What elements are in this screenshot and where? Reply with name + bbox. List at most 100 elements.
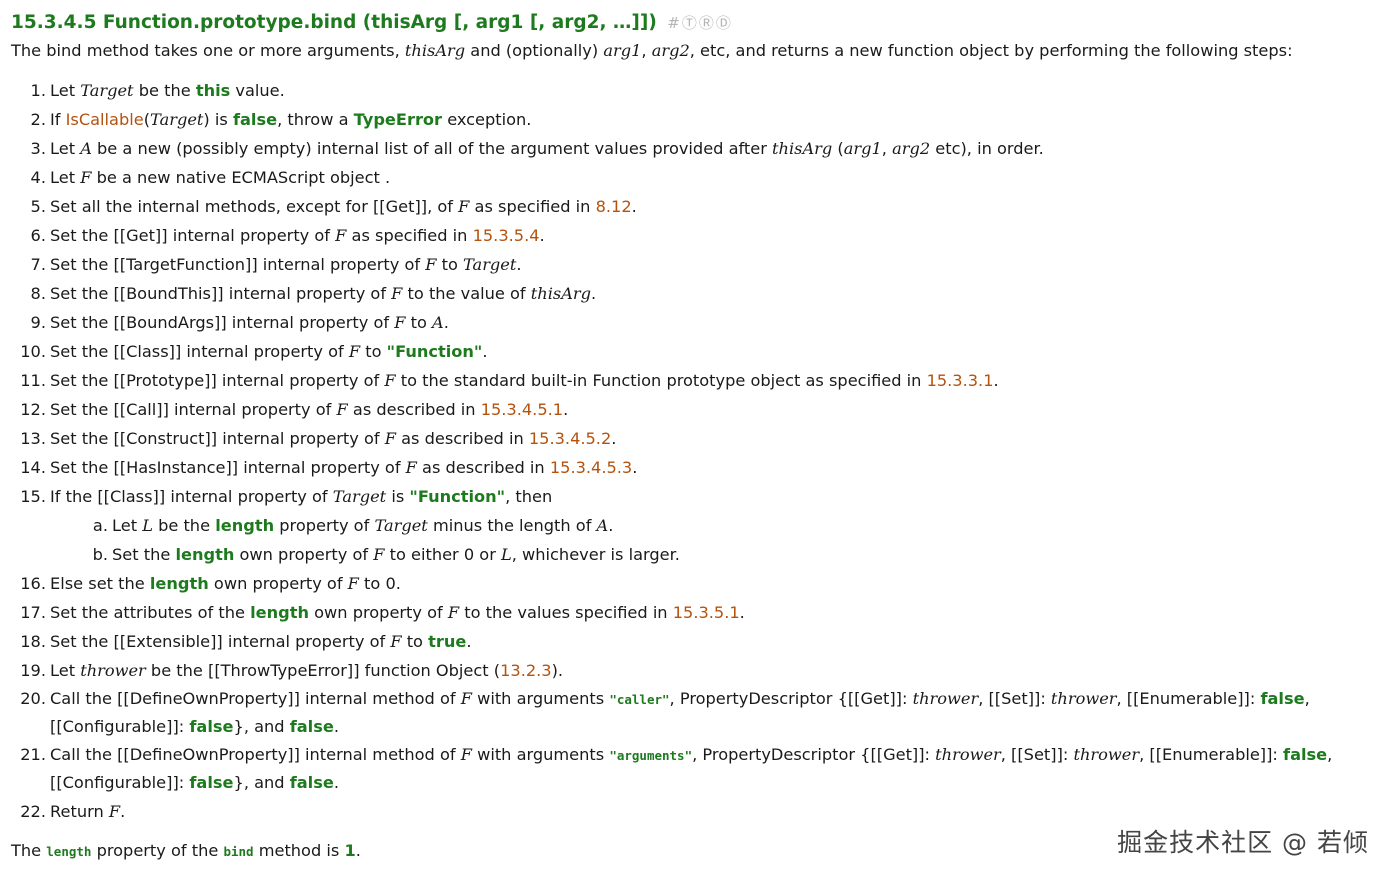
step-text: Set the [[Class]] internal property of F… xyxy=(50,342,488,361)
step-text: Call the [[DefineOwnProperty]] internal … xyxy=(50,689,1310,736)
section-link[interactable]: 8.12 xyxy=(596,197,632,216)
sub-step-text: Set the length own property of F to eith… xyxy=(112,545,680,564)
algorithm-step: 16. Else set the length own property of F… xyxy=(11,569,1381,598)
step-text: Let F be a new native ECMAScript object … xyxy=(50,168,391,187)
spec-mark-icon[interactable]: Ⓡ xyxy=(699,14,714,32)
variable: Target xyxy=(332,487,387,506)
step-text: Call the [[DefineOwnProperty]] internal … xyxy=(50,745,1333,792)
variable: thrower xyxy=(912,689,979,708)
algorithm-step: 17. Set the attributes of the length own … xyxy=(11,598,1381,627)
variable: F xyxy=(347,574,359,593)
variable: Target xyxy=(374,516,428,535)
variable: L xyxy=(501,545,512,564)
variable: A xyxy=(596,516,609,535)
algorithm-step: 7. Set the [[TargetFunction]] internal pr… xyxy=(11,250,1381,279)
spec-mark-icon[interactable]: Ⓓ xyxy=(716,14,731,32)
variable: F xyxy=(335,226,347,245)
keyword: length xyxy=(149,574,209,593)
keyword: false xyxy=(1283,745,1328,764)
spec-mark-icon[interactable]: Ⓣ xyxy=(682,14,697,32)
algorithm-step: 2. If IsCallable(Target) is false, throw … xyxy=(11,105,1381,134)
algorithm-step: 9. Set the [[BoundArgs]] internal propert… xyxy=(11,308,1381,337)
anchor-link-icon[interactable]: # xyxy=(667,14,680,32)
section-link[interactable]: 13.2.3 xyxy=(500,661,552,680)
step-number: 10. xyxy=(20,342,46,361)
algorithm-step: 18. Set the [[Extensible]] internal prope… xyxy=(11,627,1381,656)
keyword: false xyxy=(189,773,234,792)
variable: F xyxy=(384,429,396,448)
algorithm-step: 10. Set the [[Class]] internal property o… xyxy=(11,337,1381,366)
step-text: Let thrower be the [[ThrowTypeError]] fu… xyxy=(50,661,564,680)
keyword: length xyxy=(250,603,309,622)
variable: arg1 xyxy=(843,139,882,158)
variable: F xyxy=(460,745,472,764)
section-link[interactable]: IsCallable xyxy=(66,110,144,129)
step-text: If the [[Class]] internal property of Ta… xyxy=(50,487,553,506)
step-text: Set all the internal methods, except for… xyxy=(50,197,637,216)
variable: F xyxy=(80,168,92,187)
step-number: 13. xyxy=(20,429,46,448)
variable: F xyxy=(108,802,121,821)
keyword: false xyxy=(289,717,334,736)
code-literal: bind xyxy=(223,844,254,859)
step-number: 20. xyxy=(20,689,46,708)
step-number: 8. xyxy=(30,284,46,303)
sub-step-number: b. xyxy=(92,545,108,564)
section-link[interactable]: 15.3.5.4 xyxy=(473,226,540,245)
algorithm-step: 8. Set the [[BoundThis]] internal propert… xyxy=(11,279,1381,308)
step-text: Set the [[BoundArgs]] internal property … xyxy=(50,313,449,332)
algorithm-sub-step: a. Let L be the length property of Target… xyxy=(50,511,1381,540)
algorithm-step: 11. Set the [[Prototype]] internal proper… xyxy=(11,366,1381,395)
keyword: false xyxy=(232,110,278,129)
algorithm-step: 19. Let thrower be the [[ThrowTypeError]]… xyxy=(11,656,1381,685)
step-text: Set the attributes of the length own pro… xyxy=(50,603,745,622)
keyword: length xyxy=(215,516,275,535)
step-text: Set the [[TargetFunction]] internal prop… xyxy=(50,255,522,274)
section-link[interactable]: 15.3.4.5.2 xyxy=(529,429,611,448)
variable: F xyxy=(373,545,385,564)
code-literal: "caller" xyxy=(609,692,670,707)
step-number: 3. xyxy=(30,139,46,158)
variable: F xyxy=(394,313,406,332)
step-number: 22. xyxy=(20,802,46,821)
algorithm-step: 22. Return F. xyxy=(11,797,1381,826)
step-text: Let A be a new (possibly empty) internal… xyxy=(50,139,1044,158)
algorithm-steps: 1. Let Target be the this value. 2. If IsCa… xyxy=(11,76,1381,826)
variable: thrower xyxy=(1073,745,1140,764)
code-literal: "arguments" xyxy=(609,748,693,763)
step-text: Else set the length own property of F to… xyxy=(50,574,401,593)
variable: thisArg xyxy=(404,41,466,60)
variable: Target xyxy=(80,81,134,100)
step-number: 15. xyxy=(20,487,46,506)
step-text: Return F. xyxy=(50,802,126,821)
keyword: 1 xyxy=(344,841,356,860)
keyword: this xyxy=(195,81,231,100)
variable: thrower xyxy=(935,745,1001,764)
algorithm-step: 3. Let A be a new (possibly empty) intern… xyxy=(11,134,1381,163)
step-text: Set the [[Extensible]] internal property… xyxy=(50,632,472,651)
step-number: 9. xyxy=(30,313,46,332)
step-number: 1. xyxy=(30,81,46,100)
step-text: Set the [[Construct]] internal property … xyxy=(50,429,617,448)
variable: F xyxy=(460,689,472,708)
section-link[interactable]: 15.3.4.5.1 xyxy=(481,400,563,419)
algorithm-step: 21. Call the [[DefineOwnProperty]] intern… xyxy=(11,741,1381,796)
keyword: "Function" xyxy=(409,487,506,506)
step-text: Set the [[Call]] internal property of F … xyxy=(50,400,569,419)
algorithm-step: 13. Set the [[Construct]] internal proper… xyxy=(11,424,1381,453)
algorithm-step: 6. Set the [[Get]] internal property of F… xyxy=(11,221,1381,250)
section-link[interactable]: 15.3.5.1 xyxy=(673,603,740,622)
variable: F xyxy=(390,632,402,651)
variable: arg2 xyxy=(892,139,931,158)
section-link[interactable]: 15.3.3.1 xyxy=(927,371,994,390)
variable: A xyxy=(432,313,444,332)
keyword: TypeError xyxy=(353,110,443,129)
step-number: 7. xyxy=(30,255,46,274)
section-link[interactable]: 15.3.4.5.3 xyxy=(550,458,632,477)
variable: arg2 xyxy=(651,41,690,60)
section-heading: 15.3.4.5 Function.prototype.bind (thisAr… xyxy=(11,10,1381,36)
step-number: 2. xyxy=(30,110,46,129)
variable: thisArg xyxy=(530,284,591,303)
step-number: 4. xyxy=(30,168,46,187)
watermark-text: 掘金技术社区 @ 若倾 xyxy=(1117,828,1369,857)
